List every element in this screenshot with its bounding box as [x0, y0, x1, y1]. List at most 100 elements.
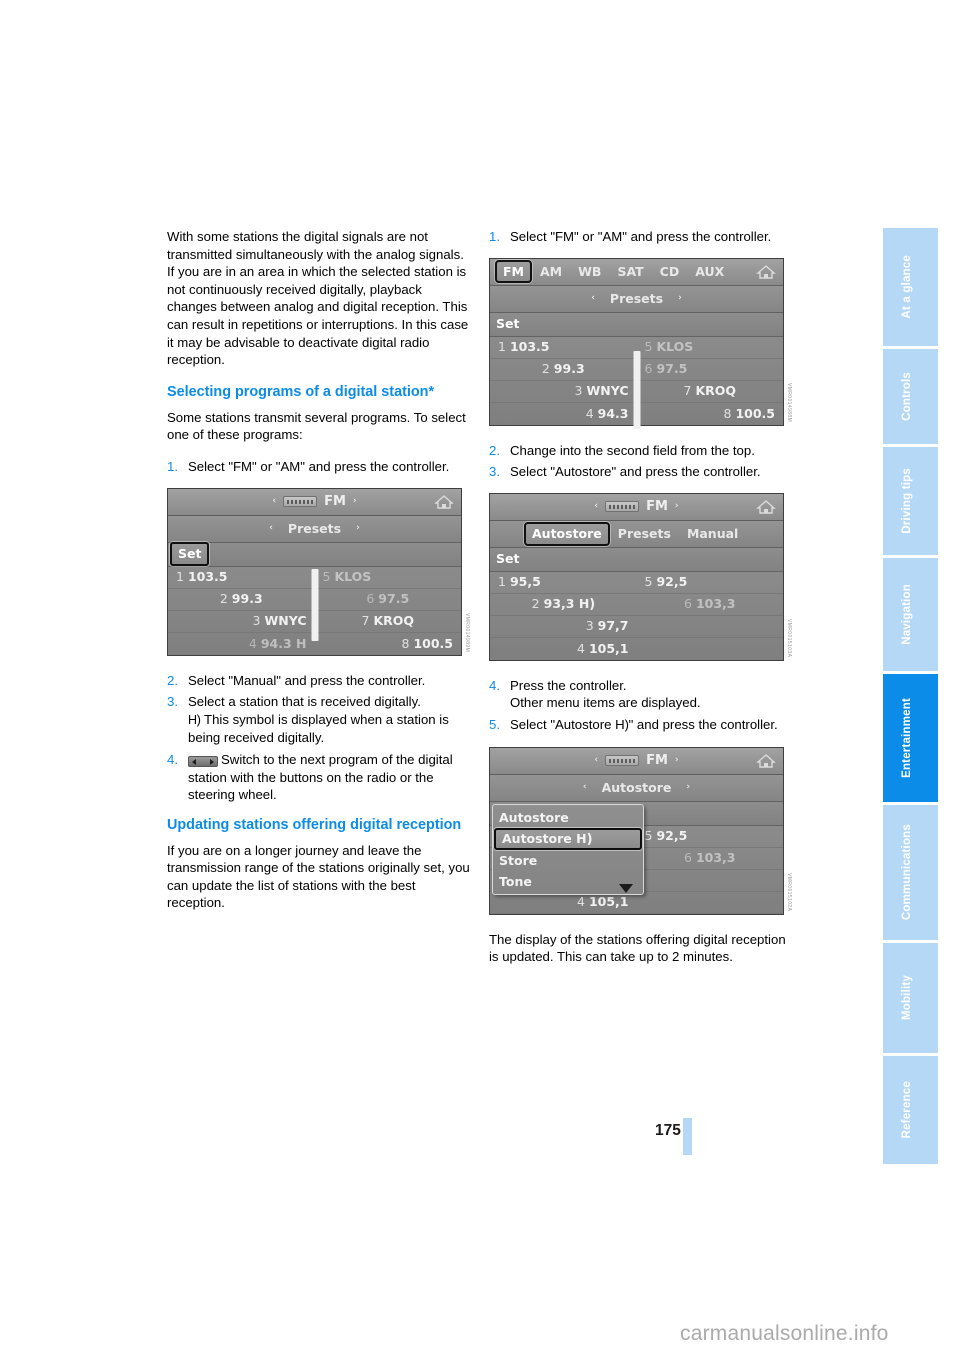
- sidebar-item-mobility[interactable]: Mobility: [883, 943, 938, 1053]
- step-item: 1. Select "FM" or "AM" and press the con…: [489, 228, 792, 246]
- preset-value: 92,5: [656, 828, 688, 844]
- preset-value: 105,1: [588, 894, 629, 910]
- preset-index: 3: [585, 618, 594, 634]
- home-icon[interactable]: [755, 263, 777, 281]
- sidebar-item-label: Controls: [900, 372, 913, 421]
- home-icon[interactable]: [755, 498, 777, 516]
- menu-item-store[interactable]: Store: [493, 850, 643, 871]
- preset-value: 105,1: [588, 640, 629, 656]
- tab-manual[interactable]: Manual: [679, 525, 746, 543]
- scroll-down-caret-icon[interactable]: [619, 883, 633, 893]
- tab-presets[interactable]: Presets: [610, 525, 679, 543]
- step-item: 4. Press the controller. Other menu items…: [489, 677, 792, 712]
- table-row[interactable]: 1 103.5 5 KLOS: [490, 337, 783, 359]
- table-row[interactable]: 2 93,3 H) 6 103,3: [490, 594, 783, 616]
- next-menu-arrow-icon[interactable]: ›: [686, 779, 690, 797]
- display-menu-tab-row: Autostore Presets Manual: [490, 520, 783, 548]
- preset-grid: 1 95,5 5 92,5 2 93,3 H) 6 103,3 3 97,7 4 105,1: [490, 571, 783, 660]
- preset-cell: 4 105,1: [490, 640, 637, 658]
- preset-value: WNYC: [264, 613, 307, 629]
- table-row[interactable]: 1 95,5 5 92,5: [490, 572, 783, 594]
- step-text-line2: Other menu items are displayed.: [510, 695, 701, 711]
- preset-value: 103,3: [695, 850, 736, 866]
- sidebar-item-communications[interactable]: Communications: [883, 805, 938, 940]
- display-set-row: Set: [490, 547, 783, 572]
- preset-value: 103.5: [187, 569, 228, 585]
- tab-cd[interactable]: CD: [652, 263, 688, 281]
- step-text: Switch to the next program of the digita…: [188, 751, 470, 804]
- preset-index: 2: [219, 591, 228, 607]
- preset-index: 6: [684, 596, 692, 612]
- source-label: FM: [324, 493, 346, 509]
- step-number: 5.: [489, 716, 500, 732]
- tab-wb[interactable]: WB: [570, 263, 609, 281]
- closing-paragraph: The display of the stations offering dig…: [489, 931, 786, 965]
- seek-buttons-icon: [188, 755, 218, 767]
- table-row[interactable]: 1 103.5 5 KLOS: [168, 567, 461, 589]
- sidebar-item-driving-tips[interactable]: Driving tips: [883, 447, 938, 555]
- dropdown-menu: Autostore Autostore H) Store Tone: [492, 803, 644, 895]
- next-menu-arrow-icon[interactable]: ›: [678, 290, 682, 308]
- right-text-column: 1. Select "FM" or "AM" and press the con…: [489, 228, 792, 980]
- preset-value: 97,7: [597, 618, 629, 634]
- menu-item-autostore-hd[interactable]: Autostore H): [494, 827, 642, 850]
- table-row[interactable]: 2 99.3 6 97.5: [168, 589, 461, 611]
- tab-autostore[interactable]: Autostore: [524, 521, 610, 546]
- preset-grid: 1 103.5 5 KLOS 2 99.3 6 97.5 3 WNYC 7 KROQ 4 94…: [168, 566, 462, 655]
- table-row[interactable]: 2 99.3 6 97.5: [490, 359, 783, 381]
- next-source-arrow-icon[interactable]: ›: [353, 493, 357, 511]
- set-button[interactable]: Set: [492, 314, 523, 334]
- intro-paragraph: With some stations the digital signals a…: [167, 229, 469, 368]
- step-text: Select "Autostore" and press the control…: [510, 464, 761, 480]
- preset-index: 7: [361, 613, 370, 629]
- set-button[interactable]: Set: [170, 542, 210, 566]
- prev-menu-arrow-icon[interactable]: ‹: [591, 290, 595, 308]
- tab-aux[interactable]: AUX: [687, 263, 732, 281]
- tab-am[interactable]: AM: [532, 263, 570, 281]
- preset-cell: 6 97.5: [637, 360, 784, 378]
- step-list-right-3: 4. Press the controller. Other menu items…: [489, 677, 792, 735]
- preset-value: WNYC: [586, 383, 629, 399]
- prev-menu-arrow-icon[interactable]: ‹: [583, 779, 587, 797]
- preset-index: 6: [644, 361, 653, 377]
- preset-cell: 5 92,5: [637, 827, 784, 845]
- table-row[interactable]: 4 105,1: [490, 638, 783, 660]
- step-text-line1: Select a station that is received digita…: [188, 694, 421, 710]
- sidebar-item-controls[interactable]: Controls: [883, 349, 938, 444]
- menu-label-presets[interactable]: Presets: [280, 520, 349, 538]
- preset-cell: 7 KROQ: [315, 612, 462, 630]
- next-menu-arrow-icon[interactable]: ›: [356, 520, 360, 538]
- figure-code: VMR0014988M: [786, 383, 792, 423]
- hd-symbol-icon: ): [589, 597, 595, 613]
- sidebar-item-navigation[interactable]: Navigation: [883, 558, 938, 671]
- menu-item-autostore[interactable]: Autostore: [493, 807, 643, 828]
- next-source-arrow-icon[interactable]: ›: [675, 752, 679, 770]
- menu-label-autostore[interactable]: Autostore: [594, 779, 680, 797]
- radio-display-presets-manual: ‹ FM › ‹ Presets › Set 1 103.5 5 KLOS 2 …: [167, 487, 470, 656]
- menu-label-presets[interactable]: Presets: [602, 290, 671, 308]
- sidebar-item-reference[interactable]: Reference: [883, 1056, 938, 1164]
- preset-cell: 2 93,3 H): [490, 595, 637, 614]
- tab-sat[interactable]: SAT: [609, 263, 651, 281]
- prev-source-arrow-icon[interactable]: ‹: [272, 493, 276, 511]
- home-icon[interactable]: [755, 752, 777, 770]
- tab-fm[interactable]: FM: [495, 259, 532, 284]
- table-row[interactable]: 3 97,7: [490, 616, 783, 638]
- prev-menu-arrow-icon[interactable]: ‹: [269, 520, 273, 538]
- step-text: Select "Autostore H)" and press the cont…: [510, 716, 792, 735]
- display-set-row: Set: [490, 312, 783, 337]
- left-text-column: With some stations the digital signals a…: [167, 228, 470, 926]
- set-button[interactable]: Set: [492, 549, 523, 569]
- step-number: 3.: [489, 464, 500, 480]
- prev-source-arrow-icon[interactable]: ‹: [594, 752, 598, 770]
- home-icon[interactable]: [433, 493, 455, 511]
- table-row[interactable]: 4 105,1: [490, 892, 783, 914]
- preset-value: 99.3: [553, 361, 585, 377]
- paragraph-some-stations: Some stations transmit several programs.…: [167, 409, 466, 443]
- preset-cell: 2 99.3: [490, 360, 637, 378]
- prev-source-arrow-icon[interactable]: ‹: [594, 498, 598, 516]
- next-source-arrow-icon[interactable]: ›: [675, 498, 679, 516]
- sidebar-item-at-a-glance[interactable]: At a glance: [883, 228, 938, 346]
- preset-cell: 4 94.3 H: [168, 635, 315, 653]
- sidebar-item-entertainment[interactable]: Entertainment: [883, 674, 938, 802]
